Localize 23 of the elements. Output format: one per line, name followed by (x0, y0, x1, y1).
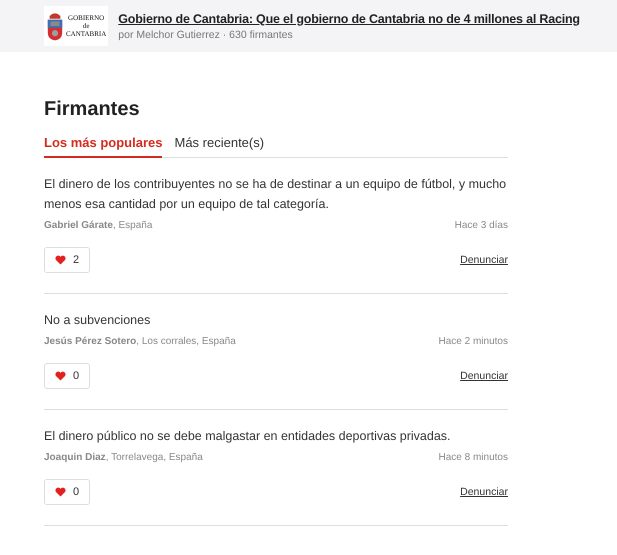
report-link[interactable]: Denunciar (460, 486, 508, 498)
petition-title-link[interactable]: Gobierno de Cantabria: Que el gobierno de Cantabria no de 4 millones al Racing (118, 12, 580, 26)
section-heading: Firmantes (44, 98, 141, 121)
comment-text: El dinero público no se debe malgastar en entidades deportivas privadas. (44, 428, 452, 445)
signer-name: Jesús Pérez Sotero, Los corrales, España (44, 336, 236, 347)
like-button[interactable]: 0 (44, 479, 90, 505)
comment-time: Hace 8 minutos (438, 452, 508, 463)
like-button[interactable]: 2 (44, 247, 90, 273)
signer-name: Joaquin Diaz, Torrelavega, España (44, 452, 203, 463)
tab[interactable]: Más reciente(s) (174, 135, 264, 158)
signer-name: Gabriel Gárate, España (44, 220, 152, 231)
petition-byline: por Melchor Gutierrez · 630 firmantes (118, 28, 294, 40)
like-button[interactable]: 0 (44, 363, 90, 389)
report-link[interactable]: Denunciar (460, 254, 508, 266)
report-link[interactable]: Denunciar (460, 370, 508, 382)
comment-time: Hace 2 minutos (438, 336, 508, 347)
heart-icon (55, 371, 66, 381)
comment-text: No a subvenciones (44, 312, 152, 329)
tab[interactable]: Los más populares (44, 135, 162, 158)
heart-icon (55, 487, 66, 497)
heart-icon (55, 255, 66, 265)
comment-time: Hace 3 días (454, 220, 508, 231)
comment-text: El dinero de los contribuyentes no se ha de destinar a un equipo de fútbol, y mucho menos esa cantidad por un equipo de tal categoría. (44, 176, 508, 213)
